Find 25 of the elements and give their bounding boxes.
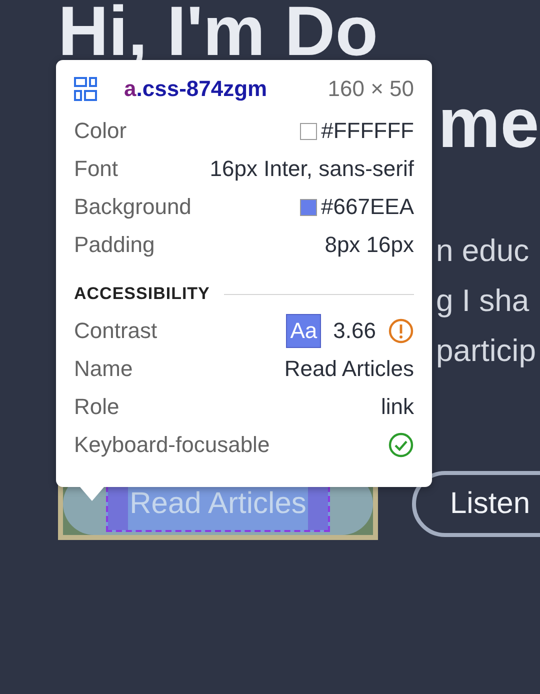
paragraph-line: particip — [436, 332, 537, 370]
element-selector: a.css-874zgm — [124, 76, 268, 102]
heading-text: me — [438, 88, 540, 158]
property-label: Background — [74, 194, 192, 220]
contrast-sample: Aa — [286, 314, 322, 348]
property-value: 16px Inter, sans-serif — [210, 156, 414, 182]
property-label: Padding — [74, 232, 155, 258]
section-title: ACCESSIBILITY — [74, 284, 210, 304]
property-value: 8px 16px — [324, 232, 414, 258]
property-label: Font — [74, 156, 118, 182]
element-size: 160 × 50 — [328, 76, 414, 102]
property-value: Read Articles — [284, 356, 414, 382]
property-label: Role — [74, 394, 120, 420]
property-label: Name — [74, 356, 133, 382]
property-label: Contrast — [74, 318, 158, 344]
property-value: #667EEA — [321, 194, 414, 220]
property-label: Keyboard-focusable — [74, 432, 270, 458]
paragraph-line: n educ — [436, 232, 530, 270]
property-value: #FFFFFF — [321, 118, 414, 144]
property-label: Color — [74, 118, 127, 144]
contrast-ratio: 3.66 — [333, 318, 376, 344]
heading-text: Hi, I'm Do — [58, 0, 379, 66]
property-value: link — [380, 394, 414, 420]
layout-icon — [74, 77, 98, 101]
paragraph-line: g I sha — [436, 282, 530, 320]
